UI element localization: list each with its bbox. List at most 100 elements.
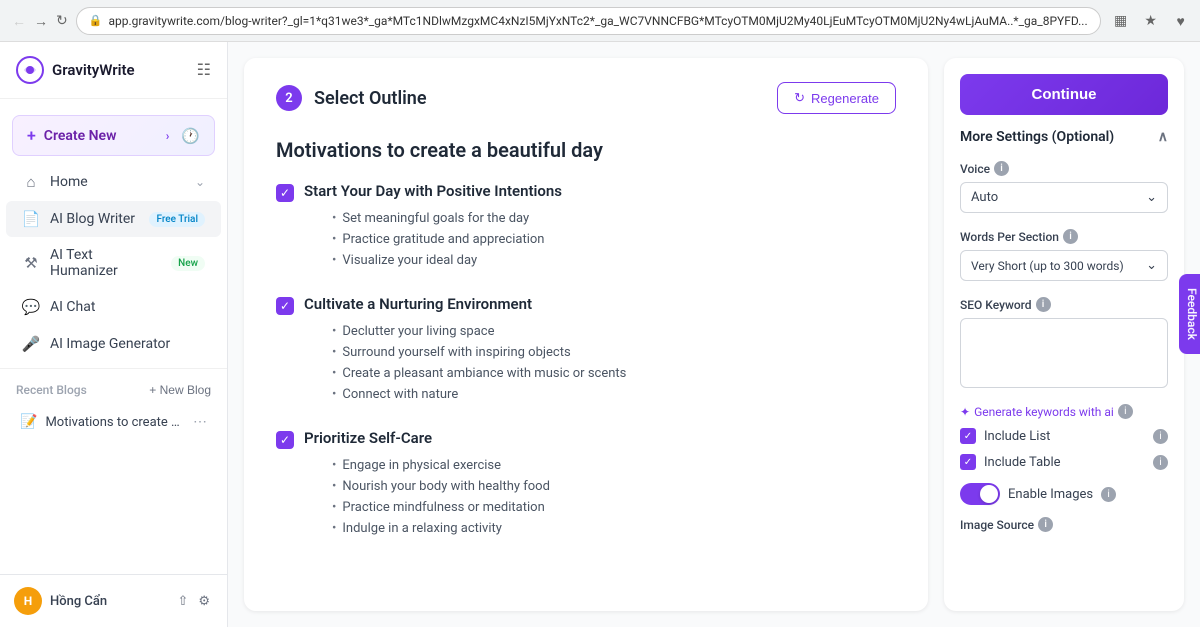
create-new-label: Create New <box>44 128 117 144</box>
outline-item-2: ✓ Cultivate a Nurturing Environment Decl… <box>276 295 896 405</box>
enable-images-row: Enable Images i <box>944 475 1184 513</box>
toggle-knob <box>980 485 998 503</box>
seo-keyword-input[interactable] <box>960 318 1168 388</box>
more-options-button[interactable]: ⋯ <box>193 414 207 430</box>
voice-select[interactable]: Auto ⌄ <box>960 182 1168 213</box>
image-source-info-icon[interactable]: i <box>1038 517 1053 532</box>
seo-info-icon[interactable]: i <box>1036 297 1051 312</box>
include-list-checkbox[interactable]: ✓ <box>960 428 976 444</box>
url-text: app.gravitywrite.com/blog-writer?_gl=1*q… <box>108 14 1087 28</box>
reload-button[interactable]: ↻ <box>56 11 68 31</box>
shield-button[interactable]: ♥ <box>1169 9 1193 33</box>
sidebar-item-image-label: AI Image Generator <box>50 336 205 352</box>
words-info-icon[interactable]: i <box>1063 229 1078 244</box>
sidebar-toggle-button[interactable]: ☷ <box>197 60 211 80</box>
check-icon-3: ✓ <box>280 433 290 447</box>
back-button[interactable]: ← <box>12 11 26 31</box>
sidebar-item-home-label: Home <box>50 174 185 190</box>
chevron-down-icon: ⌄ <box>1146 190 1157 205</box>
outline-checkbox-2[interactable]: ✓ <box>276 297 294 315</box>
settings-button[interactable]: ⚙ <box>195 590 213 612</box>
chat-icon: 💬 <box>22 298 40 316</box>
bullet-2-2: Surround yourself with inspiring objects <box>332 342 626 363</box>
new-blog-button[interactable]: + New Blog <box>149 383 211 397</box>
sidebar-item-blog-label: AI Blog Writer <box>50 211 139 227</box>
words-per-section-select[interactable]: Very Short (up to 300 words) ⌄ <box>960 250 1168 281</box>
logo-text: GravityWrite <box>52 61 135 79</box>
include-list-row: ✓ Include List i <box>944 423 1184 449</box>
regenerate-button[interactable]: ↻ Regenerate <box>777 82 896 114</box>
expand-button[interactable]: ⇧ <box>174 590 191 612</box>
outline-checkbox-3[interactable]: ✓ <box>276 431 294 449</box>
recent-blog-title: Motivations to create a beau... <box>45 415 185 430</box>
sidebar-item-ai-chat[interactable]: 💬 AI Chat <box>6 289 221 325</box>
plus-icon: + <box>27 126 36 145</box>
sidebar-header: GravityWrite ☷ <box>0 42 227 99</box>
bullet-3-1: Engage in physical exercise <box>332 455 550 476</box>
step-title: Select Outline <box>314 88 765 109</box>
outline-checkbox-1[interactable]: ✓ <box>276 184 294 202</box>
text-humanizer-icon: ⚒ <box>22 254 40 272</box>
continue-button[interactable]: Continue <box>960 74 1168 115</box>
document-icon: 📝 <box>20 414 37 430</box>
bullet-3-2: Nourish your body with healthy food <box>332 476 550 497</box>
generate-keywords-label: Generate keywords with ai <box>974 405 1114 419</box>
sidebar-footer: H Hồng Cẩn ⇧ ⚙ <box>0 574 227 627</box>
include-table-label: Include Table <box>984 455 1145 470</box>
section-title-2: Cultivate a Nurturing Environment <box>304 295 626 313</box>
sidebar-item-image-generator[interactable]: 🎤 AI Image Generator <box>6 326 221 362</box>
words-per-section-field: Words Per Section i Very Short (up to 30… <box>944 221 1184 289</box>
sidebar-item-text-humanizer[interactable]: ⚒ AI Text Humanizer New <box>6 238 221 288</box>
sidebar-item-blog-writer[interactable]: 📄 AI Blog Writer Free Trial <box>6 201 221 237</box>
include-table-checkbox[interactable]: ✓ <box>960 454 976 470</box>
main-content: 2 Select Outline ↻ Regenerate Motivation… <box>228 42 1200 627</box>
generate-keywords-link[interactable]: ✦ Generate keywords with ai i <box>944 400 1184 423</box>
new-badge: New <box>171 256 205 271</box>
feedback-tab[interactable]: Feedback <box>1179 274 1200 354</box>
address-bar[interactable]: 🔒 app.gravitywrite.com/blog-writer?_gl=1… <box>76 7 1101 35</box>
check-icon-table: ✓ <box>964 457 972 468</box>
seo-keyword-label: SEO Keyword i <box>960 297 1168 312</box>
bullet-3-3: Practice mindfulness or meditation <box>332 497 550 518</box>
outline-section-2: ✓ Cultivate a Nurturing Environment Decl… <box>276 295 896 405</box>
more-settings-header[interactable]: More Settings (Optional) ∧ <box>944 115 1184 153</box>
image-source-row: Image Source i <box>944 513 1184 540</box>
extensions-button[interactable]: ▦ <box>1109 9 1133 33</box>
image-icon: 🎤 <box>22 335 40 353</box>
sidebar-item-home[interactable]: ⌂ Home ⌄ <box>6 164 221 200</box>
voice-label: Voice i <box>960 161 1168 176</box>
editor-panel: 2 Select Outline ↻ Regenerate Motivation… <box>244 58 928 611</box>
bookmark-button[interactable]: ★ <box>1139 9 1163 33</box>
create-new-button[interactable]: + Create New › 🕐 <box>12 115 215 156</box>
section-title-1: Start Your Day with Positive Intentions <box>304 182 562 200</box>
generate-info-icon[interactable]: i <box>1118 404 1133 419</box>
regenerate-label: Regenerate <box>811 91 879 106</box>
user-avatar: H <box>14 587 42 615</box>
section-title-3: Prioritize Self-Care <box>304 429 550 447</box>
voice-info-icon[interactable]: i <box>994 161 1009 176</box>
recent-blog-item[interactable]: 📝 Motivations to create a beau... ⋯ <box>6 406 221 438</box>
bullet-1-3: Visualize your ideal day <box>332 250 562 271</box>
forward-button[interactable]: → <box>34 11 48 31</box>
include-list-info-icon[interactable]: i <box>1153 429 1168 444</box>
browser-bar: ← → ↻ 🔒 app.gravitywrite.com/blog-writer… <box>0 0 1200 42</box>
chevron-right-icon: › <box>166 129 170 143</box>
include-list-label: Include List <box>984 429 1145 444</box>
bullet-2-1: Declutter your living space <box>332 321 626 342</box>
step-number: 2 <box>276 85 302 111</box>
image-source-label: Image Source <box>960 518 1034 532</box>
bullet-1-1: Set meaningful goals for the day <box>332 208 562 229</box>
section-1-bullets: Set meaningful goals for the day Practic… <box>332 208 562 271</box>
free-trial-badge: Free Trial <box>149 212 205 227</box>
enable-images-toggle[interactable] <box>960 483 1000 505</box>
outline-section-1: ✓ Start Your Day with Positive Intention… <box>276 182 896 271</box>
include-table-info-icon[interactable]: i <box>1153 455 1168 470</box>
logo-icon <box>16 56 44 84</box>
enable-images-info-icon[interactable]: i <box>1101 487 1116 502</box>
include-table-row: ✓ Include Table i <box>944 449 1184 475</box>
sidebar-item-humanizer-label: AI Text Humanizer <box>50 247 161 279</box>
bullet-1-2: Practice gratitude and appreciation <box>332 229 562 250</box>
more-settings-label: More Settings (Optional) <box>960 129 1114 145</box>
home-icon: ⌂ <box>22 173 40 191</box>
seo-keyword-field: SEO Keyword i <box>944 289 1184 400</box>
